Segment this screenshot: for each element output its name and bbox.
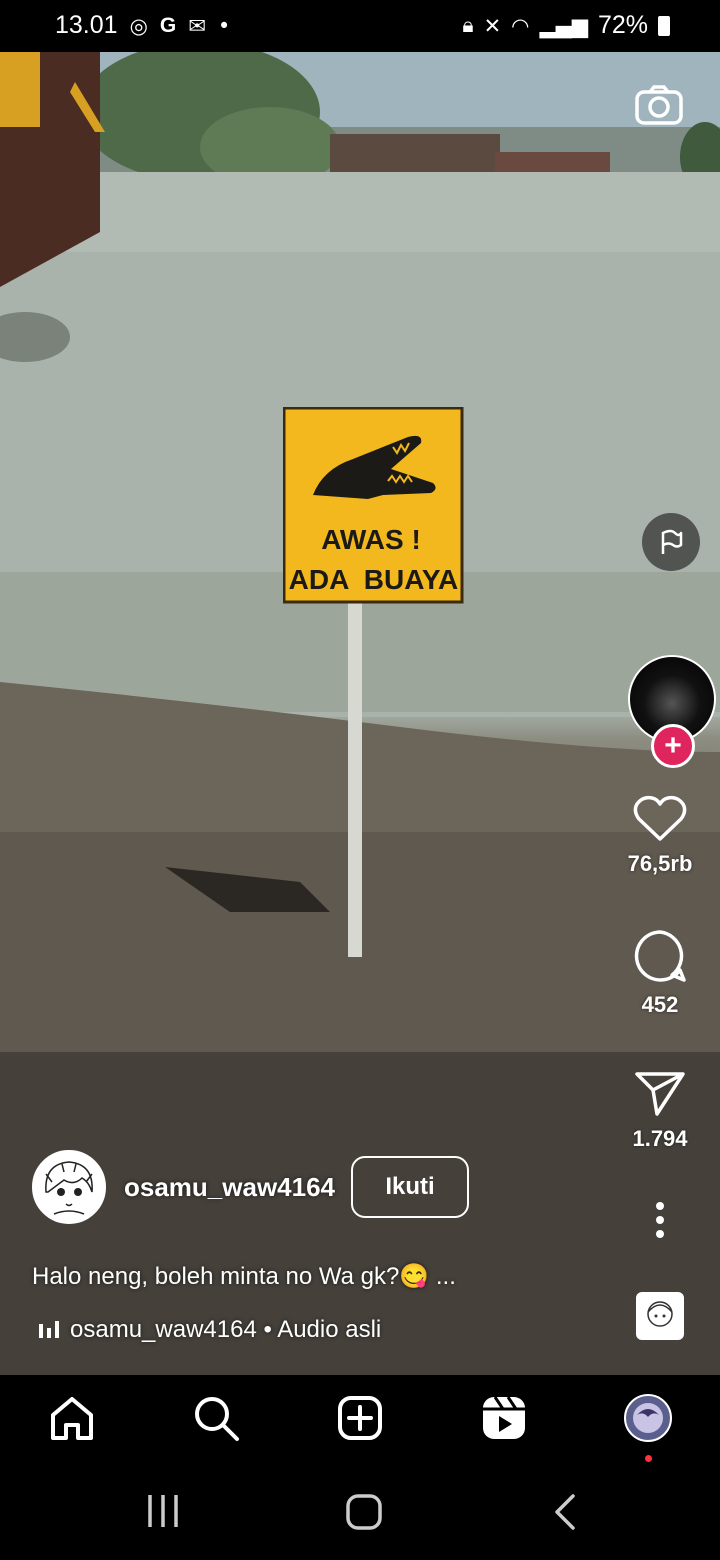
audio-thumbnail[interactable] (636, 1292, 684, 1340)
camera-icon (635, 85, 683, 125)
notification-dot (645, 1455, 652, 1462)
nav-home[interactable] (47, 1393, 97, 1443)
comment-count: 452 (641, 992, 679, 1017)
battery-level: 72% (597, 11, 648, 39)
author-avatar[interactable] (32, 1150, 106, 1224)
reels-icon (483, 1396, 525, 1439)
like-action[interactable]: 76,5rb (620, 795, 700, 877)
nav-search[interactable] (191, 1393, 241, 1443)
comment-icon[interactable] (632, 928, 688, 984)
home-system-button[interactable] (345, 1493, 383, 1536)
recent-apps-icon (148, 1495, 178, 1527)
create-icon (338, 1396, 382, 1440)
audio-label: osamu_waw4164 • Audio asli (70, 1316, 382, 1343)
comment-action[interactable]: 452 (620, 928, 700, 1018)
wifi-icon: ◠ (511, 13, 530, 38)
nav-reels[interactable] (479, 1393, 529, 1443)
recent-apps-button[interactable] (146, 1493, 180, 1534)
like-count: 76,5rb (627, 851, 693, 876)
audio-bars-icon (39, 1321, 59, 1338)
sign-line2-left: ADA (289, 564, 350, 595)
status-bar: 13.01 ◎ G ✉ • 🔒︎ ✕ ◠ ▂▄▆ 72% (0, 0, 720, 52)
whatsapp-icon: ◎ (129, 13, 148, 38)
share-count: 1.794 (632, 1126, 688, 1151)
back-chevron-icon (555, 1494, 575, 1530)
send-icon[interactable] (633, 1068, 687, 1118)
home-square-icon (346, 1494, 382, 1530)
author-username[interactable]: osamu_waw4164 (124, 1172, 335, 1203)
google-icon: G (159, 13, 177, 37)
search-icon (195, 1397, 239, 1441)
home-icon (51, 1397, 93, 1440)
anime-avatar-icon (45, 1161, 93, 1215)
post-caption[interactable]: Halo neng, boleh minta no Wa gk?😋 ... (32, 1262, 456, 1291)
system-nav-bar (0, 1465, 720, 1560)
audio-row[interactable]: osamu_waw4164 • Audio asli (38, 1316, 381, 1344)
profile-icon (624, 1394, 672, 1442)
status-time: 13.01 (55, 11, 118, 39)
share-action[interactable]: 1.794 (620, 1068, 700, 1152)
dot-icon: • (217, 13, 231, 38)
sign-line1: AWAS ! (321, 524, 421, 555)
warning-sign: AWAS ! ADA BUAYA (282, 406, 465, 610)
more-vertical-icon (656, 1202, 664, 1238)
back-button[interactable] (553, 1493, 577, 1536)
follow-plus-button[interactable]: + (651, 724, 695, 768)
signal-icon: ▂▄▆ (539, 13, 588, 38)
mute-icon: ✕ (483, 13, 502, 38)
lock-icon: 🔒︎ (462, 13, 474, 37)
more-options-button[interactable] (652, 1200, 668, 1245)
heart-icon[interactable] (633, 795, 687, 843)
gmail-icon: ✉ (188, 13, 206, 38)
follow-label: Ikuti (385, 1173, 435, 1200)
sign-line2-right: BUAYA (364, 564, 458, 595)
bottom-nav (0, 1375, 720, 1465)
flag-icon (661, 529, 683, 554)
nav-create[interactable] (335, 1393, 385, 1443)
anime-avatar-icon (647, 1301, 673, 1327)
post-author-row: osamu_waw4164 Ikuti (32, 1150, 470, 1224)
battery-icon (658, 15, 670, 36)
report-button[interactable] (642, 513, 700, 571)
plus-icon: + (664, 729, 682, 762)
camera-button[interactable] (635, 85, 683, 125)
follow-button[interactable]: Ikuti (351, 1156, 470, 1218)
nav-profile[interactable] (623, 1393, 673, 1443)
